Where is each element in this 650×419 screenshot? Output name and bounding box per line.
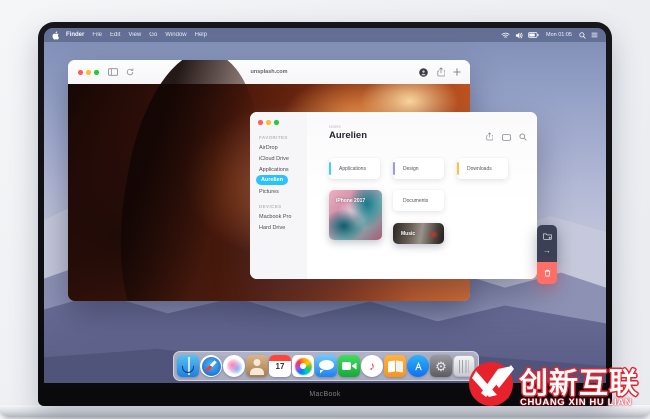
trash-icon xyxy=(544,269,551,277)
menu-item-view[interactable]: View xyxy=(128,32,141,38)
dock-calendar-icon[interactable]: 17 xyxy=(269,355,291,377)
menu-item-finder[interactable]: Finder xyxy=(66,32,84,38)
dock-appstore-icon[interactable] xyxy=(407,355,429,377)
folder-card-documents[interactable]: Documents xyxy=(393,190,444,211)
share-icon[interactable] xyxy=(437,67,445,77)
delete-button[interactable] xyxy=(537,262,557,284)
watermark-pinyin-text: CHUANG XIN HU LIAN xyxy=(520,397,632,408)
clock[interactable]: Mon 01:05 xyxy=(546,32,572,38)
dock-messages-icon[interactable] xyxy=(315,355,337,377)
reload-icon[interactable] xyxy=(126,68,134,76)
dock-siri-icon[interactable] xyxy=(223,355,245,377)
sidebar-item-aurelien-selected[interactable]: Aurelien xyxy=(256,175,288,185)
folder-accent xyxy=(393,162,395,175)
sidebar-item-hard-drive[interactable]: Hard Drive xyxy=(259,225,285,231)
view-toggle-icon[interactable] xyxy=(502,134,511,141)
sidebar-item-airdrop[interactable]: AirDrop xyxy=(259,145,278,151)
dock-photos-icon[interactable] xyxy=(292,355,314,377)
dock-safari-icon[interactable] xyxy=(200,355,222,377)
folder-label: iPhone 2017 xyxy=(336,198,365,204)
sidebar-item-applications[interactable]: Applications xyxy=(259,167,289,173)
apple-menu-icon[interactable] xyxy=(52,31,59,40)
close-button[interactable] xyxy=(258,120,263,125)
folder-label: Music xyxy=(401,231,415,237)
sidebar-section-devices: DEVICES xyxy=(259,204,282,209)
image-folder-iphone-2017[interactable]: iPhone 2017 xyxy=(329,190,382,240)
wifi-icon[interactable] xyxy=(501,32,510,39)
sidebar-toggle-icon[interactable] xyxy=(108,68,118,76)
finder-sidebar: FAVORITES AirDrop iCloud Drive Applicati… xyxy=(250,112,308,279)
upload-icon[interactable] xyxy=(486,132,493,141)
zoom-button[interactable] xyxy=(274,120,279,125)
profile-icon[interactable] xyxy=(419,68,428,77)
laptop-screen: Finder File Edit View Go Window Help xyxy=(38,22,612,406)
dock-facetime-icon[interactable] xyxy=(338,355,360,377)
dock-finder-icon[interactable] xyxy=(177,355,199,377)
menu-item-edit[interactable]: Edit xyxy=(110,32,120,38)
minimize-button[interactable] xyxy=(86,70,91,75)
folder-card-downloads[interactable]: Downloads xyxy=(457,158,508,179)
menu-item-go[interactable]: Go xyxy=(149,32,157,38)
browser-traffic-lights xyxy=(78,70,99,75)
folder-accent xyxy=(457,162,459,175)
folder-card-design[interactable]: Design xyxy=(393,158,444,179)
dock: 17 xyxy=(173,351,479,381)
calendar-day: 17 xyxy=(269,362,291,371)
move-arrow-button[interactable]: → xyxy=(543,247,551,255)
watermark-logo xyxy=(466,358,516,408)
spotlight-search-icon[interactable] xyxy=(579,32,586,39)
folder-card-applications[interactable]: Applications xyxy=(329,158,380,179)
folder-label: Applications xyxy=(339,166,366,172)
watermark-chinese-text: 创新互联 xyxy=(519,360,639,402)
new-tab-icon[interactable] xyxy=(453,68,461,76)
menu-item-window[interactable]: Window xyxy=(165,32,186,38)
action-bar-dark-section: → xyxy=(537,225,557,262)
menu-item-file[interactable]: File xyxy=(92,32,102,38)
volume-icon[interactable] xyxy=(515,32,523,39)
browser-toolbar: unsplash.com xyxy=(68,60,470,85)
finder-traffic-lights xyxy=(258,120,279,125)
minimize-button[interactable] xyxy=(266,120,271,125)
screen-display: Finder File Edit View Go Window Help xyxy=(44,28,606,383)
sidebar-item-icloud-drive[interactable]: iCloud Drive xyxy=(259,156,289,162)
floating-action-bar: → xyxy=(537,225,557,284)
dock-settings-icon[interactable] xyxy=(430,355,452,377)
finder-window: FAVORITES AirDrop iCloud Drive Applicati… xyxy=(250,112,537,279)
finder-content: Users Aurelien Applications xyxy=(307,112,537,279)
close-button[interactable] xyxy=(78,70,83,75)
sidebar-section-favorites: FAVORITES xyxy=(259,135,288,140)
menu-item-help[interactable]: Help xyxy=(195,32,207,38)
folder-accent xyxy=(329,162,331,175)
menu-list-icon[interactable] xyxy=(591,32,598,38)
folder-label: Design xyxy=(403,166,419,172)
desktop-mockup: Finder File Edit View Go Window Help xyxy=(0,0,650,419)
sidebar-item-macbook-pro[interactable]: Macbook Pro xyxy=(259,214,291,220)
menu-bar: Finder File Edit View Go Window Help xyxy=(44,28,606,42)
dock-contacts-icon[interactable] xyxy=(246,355,268,377)
sidebar-item-pictures[interactable]: Pictures xyxy=(259,189,279,195)
page-title: Aurelien xyxy=(329,130,367,141)
new-folder-button[interactable] xyxy=(543,232,552,240)
search-icon[interactable] xyxy=(519,133,527,141)
zoom-button[interactable] xyxy=(94,70,99,75)
folder-label: Documents xyxy=(403,198,428,204)
image-folder-music[interactable]: Music xyxy=(393,223,444,244)
dock-books-icon[interactable] xyxy=(384,355,406,377)
battery-icon[interactable] xyxy=(528,32,539,38)
device-label: MacBook xyxy=(309,391,340,398)
folder-label: Downloads xyxy=(467,166,492,172)
dock-music-icon[interactable] xyxy=(361,355,383,377)
breadcrumb: Users xyxy=(329,124,341,129)
